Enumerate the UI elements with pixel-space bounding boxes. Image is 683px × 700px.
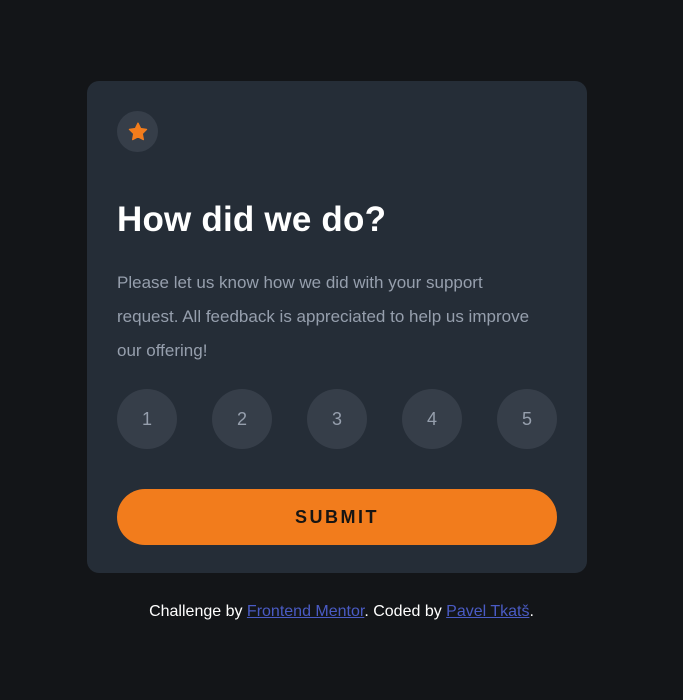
card-description: Please let us know how we did with your … — [117, 273, 530, 360]
attribution-middle: . Coded by — [364, 603, 447, 620]
attribution: Challenge by Frontend Mentor. Coded by P… — [0, 601, 683, 623]
card-title: How did we do? — [117, 200, 387, 239]
attribution-suffix: . — [529, 603, 534, 620]
author-link[interactable]: Pavel Tkatš — [446, 603, 529, 620]
rating-option-1[interactable]: 1 — [117, 389, 177, 449]
rating-option-3[interactable]: 3 — [307, 389, 367, 449]
rating-option-4[interactable]: 4 — [402, 389, 462, 449]
frontend-mentor-link[interactable]: Frontend Mentor — [247, 603, 364, 620]
attribution-prefix: Challenge by — [149, 603, 247, 620]
rating-option-2[interactable]: 2 — [212, 389, 272, 449]
rating-options: 1 2 3 4 5 — [117, 389, 557, 449]
star-icon — [128, 122, 147, 140]
star-badge — [117, 111, 158, 152]
rating-option-5[interactable]: 5 — [497, 389, 557, 449]
submit-button[interactable]: SUBMIT — [117, 489, 557, 545]
rating-card: How did we do? Please let us know how we… — [87, 81, 587, 573]
